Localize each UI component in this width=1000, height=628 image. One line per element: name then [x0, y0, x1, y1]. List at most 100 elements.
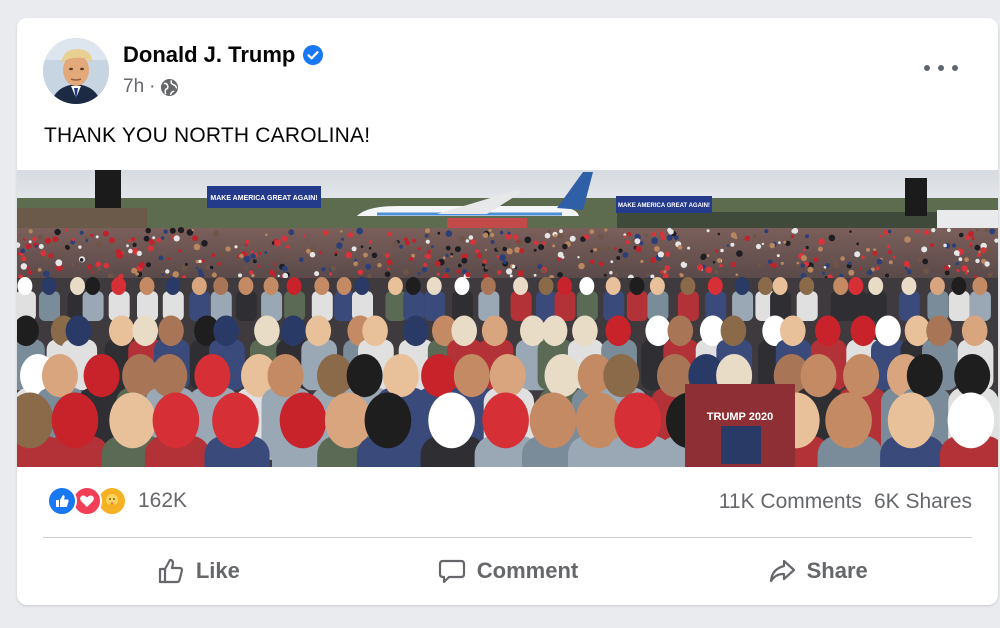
- crowd-dot: [95, 235, 99, 239]
- crowd-dot: [277, 274, 280, 278]
- crowd-dot: [302, 234, 306, 238]
- crowd-head: [453, 354, 490, 398]
- crowd-dot: [470, 239, 476, 245]
- crowd-dot: [875, 266, 880, 271]
- crowd-dot: [764, 229, 769, 234]
- crowd-dot: [921, 246, 928, 253]
- crowd-dot: [244, 266, 248, 270]
- shares-count[interactable]: 6K Shares: [874, 490, 972, 514]
- crowd-head: [213, 277, 229, 295]
- crowd-dot: [44, 237, 51, 244]
- crowd-dot: [761, 242, 765, 246]
- crowd-dot: [209, 265, 214, 270]
- crowd-dot: [866, 247, 870, 252]
- more-options-button[interactable]: [924, 56, 958, 80]
- crowd-dot: [803, 248, 806, 252]
- crowd-dot: [719, 263, 723, 268]
- crowd-dot: [736, 250, 743, 257]
- crowd-dot: [403, 269, 409, 275]
- author-name[interactable]: Donald J. Trump: [123, 42, 295, 68]
- crowd-dot: [365, 263, 371, 270]
- comment-button[interactable]: Comment: [353, 545, 663, 597]
- crowd-dot: [360, 245, 364, 249]
- crowd-dot: [887, 250, 892, 255]
- crowd-head: [513, 277, 529, 295]
- crowd-dot: [79, 258, 84, 262]
- crowd-dot: [305, 248, 311, 254]
- crowd-head: [108, 315, 135, 347]
- crowd-dot: [769, 242, 775, 249]
- crowd-head: [815, 315, 841, 347]
- crowd-dot: [404, 237, 409, 242]
- crowd-dot: [177, 227, 185, 234]
- crowd-dot: [238, 273, 242, 278]
- crowd-dot: [872, 250, 878, 256]
- crowd-dot: [268, 269, 275, 276]
- crowd-dot: [618, 248, 623, 253]
- crowd-head: [605, 277, 621, 295]
- crowd-head: [165, 277, 181, 295]
- crowd-dot: [476, 253, 483, 259]
- crowd-dot: [885, 273, 889, 278]
- reactions-summary[interactable]: 162K: [47, 486, 187, 516]
- crowd-dot: [562, 243, 568, 250]
- crowd-dot: [840, 256, 845, 261]
- crowd-dot: [623, 235, 626, 239]
- crowd-dot: [859, 267, 862, 271]
- crowd-dot: [650, 274, 655, 279]
- share-button[interactable]: Share: [662, 545, 972, 597]
- crowd-dot: [131, 237, 136, 241]
- crowd-dot: [989, 228, 996, 235]
- crowd-dot: [84, 236, 88, 240]
- crowd-dot: [854, 251, 861, 258]
- crowd-dot: [445, 245, 451, 251]
- crowd-dot: [457, 263, 462, 268]
- crowd-dot: [475, 249, 480, 254]
- comments-count[interactable]: 11K Comments: [719, 490, 862, 514]
- crowd-head: [151, 354, 188, 398]
- crowd-dot: [665, 251, 671, 257]
- like-button[interactable]: Like: [43, 545, 353, 597]
- crowd-dot: [605, 246, 612, 253]
- crowd-head: [132, 315, 158, 347]
- crowd-dot: [660, 270, 664, 274]
- crowd-dot: [866, 269, 873, 276]
- crowd-dot: [807, 266, 814, 273]
- crowd-dot: [282, 272, 289, 279]
- crowd-dot: [28, 270, 33, 275]
- crowd-head: [267, 354, 304, 398]
- engagement-stats: 11K Comments 6K Shares: [719, 490, 972, 514]
- crowd-dot: [506, 268, 513, 275]
- globe-icon[interactable]: [160, 78, 179, 97]
- crowd-dot: [48, 253, 54, 259]
- crowd-head: [405, 277, 421, 295]
- crowd-dot: [201, 240, 208, 247]
- crowd-dot: [730, 261, 737, 267]
- crowd-dot: [345, 251, 353, 259]
- crowd-dot: [634, 238, 641, 245]
- post-timestamp[interactable]: 7h: [123, 76, 144, 98]
- crowd-dot: [679, 273, 684, 278]
- crowd-dot: [958, 232, 964, 238]
- crowd-dot: [250, 253, 256, 259]
- crowd-head: [109, 392, 156, 449]
- crowd-dot: [553, 234, 557, 238]
- crowd-dot: [730, 232, 737, 239]
- crowd-dot: [817, 246, 823, 252]
- crowd-dot: [38, 244, 44, 249]
- crowd-dot: [646, 273, 650, 277]
- crowd-dot: [38, 234, 44, 241]
- crowd-head: [51, 392, 99, 449]
- crowd-dot: [499, 230, 504, 235]
- crowd-dot: [408, 256, 414, 261]
- crowd-dot: [716, 258, 722, 263]
- post-photo[interactable]: MAKE AMERICA GREAT AGAIN! MAKE AMERICA G…: [17, 170, 998, 467]
- crowd-dot: [577, 256, 580, 259]
- crowd-dot: [286, 256, 290, 260]
- author-avatar[interactable]: [43, 38, 109, 104]
- crowd-dot: [156, 237, 161, 243]
- crowd-dot: [445, 254, 449, 258]
- crowd-dot: [956, 269, 960, 273]
- crowd-dot: [32, 236, 37, 242]
- crowd-dot: [354, 258, 357, 262]
